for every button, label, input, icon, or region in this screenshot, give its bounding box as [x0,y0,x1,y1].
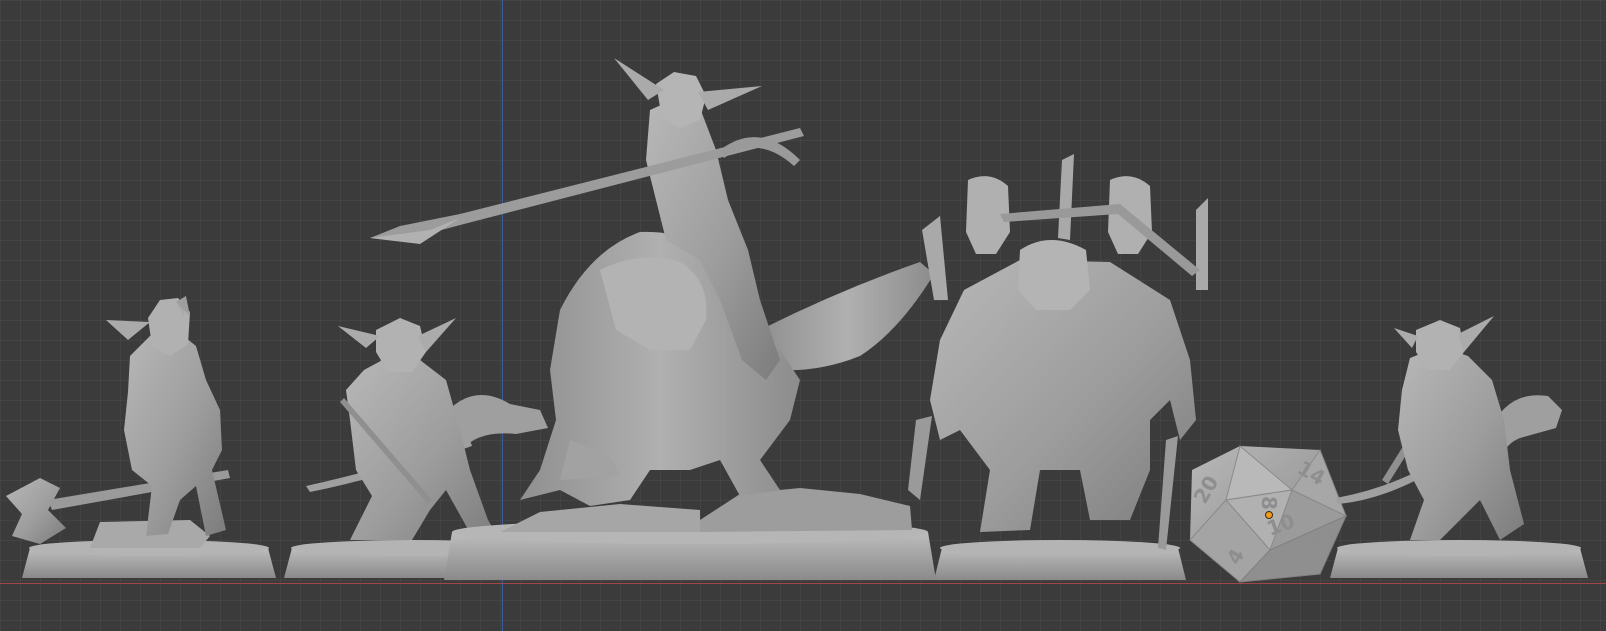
object-origin-point [1265,511,1273,519]
d20-face-8: 8 [1257,496,1281,510]
goblin-with-horn[interactable] [1330,316,1588,578]
goblin-with-axe[interactable] [6,296,276,578]
hobgoblin-with-heads[interactable] [908,154,1208,580]
3d-viewport[interactable]: 20 8 14 10 17 4 [0,0,1606,631]
scene-render: 20 8 14 10 17 4 [6,58,1588,583]
d20-face-17: 17 [1309,526,1341,554]
